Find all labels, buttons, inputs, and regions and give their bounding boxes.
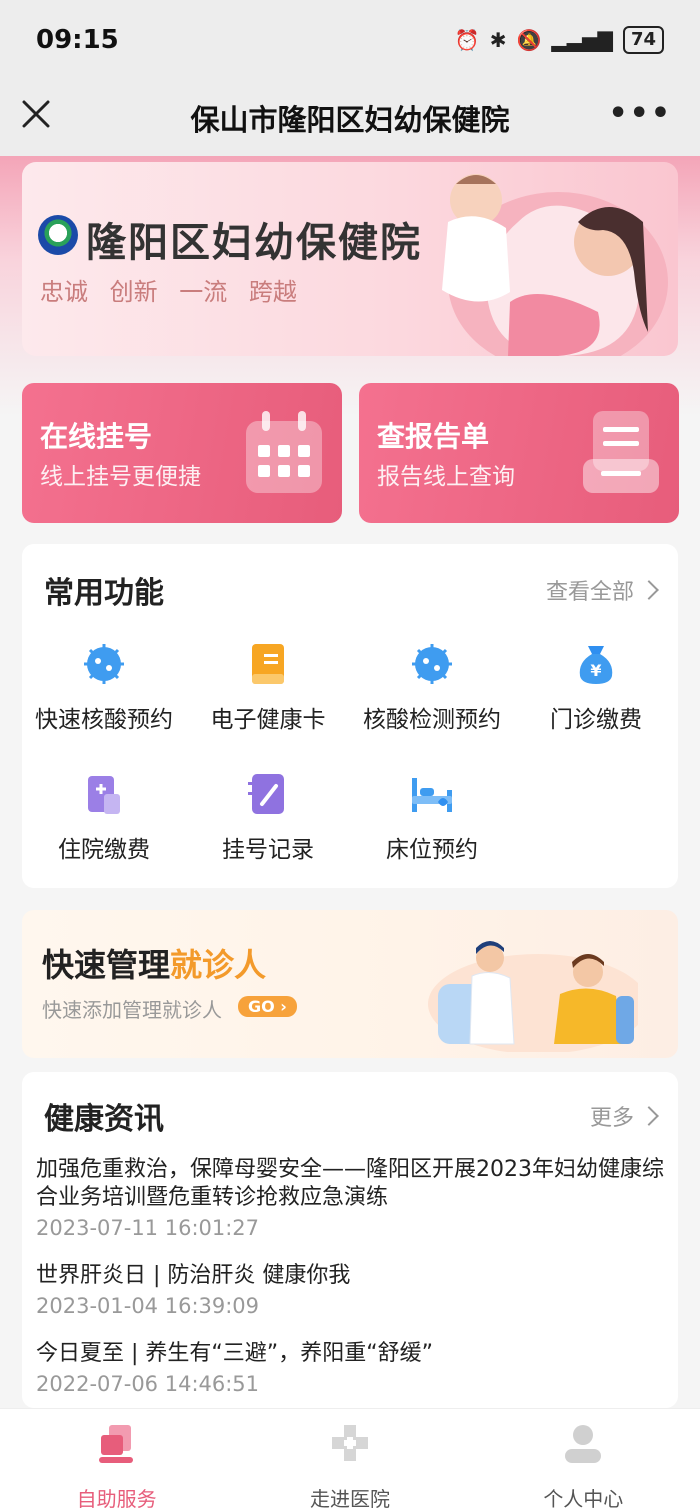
func-health-card[interactable]: 电子健康卡 <box>186 642 350 734</box>
news-item[interactable]: 世界肝炎日 | 防治肝炎 健康你我 2023-01-04 16:39:09 <box>36 1262 672 1318</box>
func-label: 住院缴费 <box>58 837 150 863</box>
online-registration-subtitle: 线上挂号更便捷 <box>40 464 201 490</box>
tab-label: 个人中心 <box>543 1487 624 1511</box>
page-title: 保山市隆阳区妇幼保健院 <box>190 103 510 137</box>
title-main: 快速管理 <box>42 946 171 984</box>
hospital-banner[interactable]: 隆阳区妇幼保健院 忠诚 创新 一流 跨越 <box>22 162 678 356</box>
mute-icon: 🔕 <box>516 28 542 52</box>
news-item[interactable]: 加强危重救治，保障母婴安全——隆阳区开展2023年妇幼健康综合业务培训暨危重转诊… <box>36 1156 672 1240</box>
view-all-link[interactable]: 查看全部 <box>545 574 659 606</box>
func-bed-reservation[interactable]: 床位预约 <box>350 772 514 864</box>
status-time: 09:15 <box>36 25 119 55</box>
status-icons: ⏰ ✱ 🔕 ▂▃▅▇ 74 <box>455 26 664 54</box>
view-all-label: 查看全部 <box>545 580 634 605</box>
hospital-bill-icon <box>88 776 120 814</box>
func-inpatient-payment[interactable]: 住院缴费 <box>22 772 186 864</box>
health-news-title: 健康资讯 <box>44 1102 164 1137</box>
report-printer-icon <box>583 411 659 493</box>
nav-bar: 保山市隆阳区妇幼保健院 ••• <box>0 80 700 156</box>
report-query-card[interactable]: 查报告单 报告线上查询 <box>359 383 679 523</box>
func-label: 门诊缴费 <box>550 707 642 733</box>
more-menu-icon[interactable]: ••• <box>608 99 672 129</box>
news-item-date: 2022-07-06 14:46:51 <box>36 1372 260 1396</box>
news-more-label: 更多 <box>589 1106 634 1131</box>
tab-label: 自助服务 <box>76 1487 157 1511</box>
bluetooth-icon: ✱ <box>489 28 507 52</box>
news-item-title: 世界肝炎日 | 防治肝炎 健康你我 <box>36 1263 351 1288</box>
func-quick-nucleic-appointment[interactable]: 快速核酸预约 <box>22 642 186 734</box>
common-functions-title: 常用功能 <box>44 576 164 611</box>
virus-icon <box>412 644 452 684</box>
online-registration-card[interactable]: 在线挂号 线上挂号更便捷 <box>22 383 342 523</box>
self-service-icon <box>98 1425 133 1463</box>
hospital-logo <box>38 215 78 255</box>
tab-self-service[interactable]: 自助服务 <box>0 1409 233 1512</box>
chevron-right-icon <box>639 1106 659 1126</box>
report-query-subtitle: 报告线上查询 <box>377 464 515 490</box>
news-item-date: 2023-01-04 16:39:09 <box>36 1294 260 1318</box>
news-item-title: 今日夏至 | 养生有“三避”，养阳重“舒缓” <box>36 1341 433 1366</box>
manage-patients-banner[interactable]: 快速管理就诊人 快速添加管理就诊人 GO › <box>22 910 678 1058</box>
common-functions-card: 常用功能 查看全部 快速核酸预约 电子健康卡 核酸检测预约 ¥ 门诊缴费 住院缴… <box>22 544 678 888</box>
svg-text:¥: ¥ <box>590 661 601 680</box>
tab-label: 走进医院 <box>309 1487 390 1511</box>
func-outpatient-payment[interactable]: ¥ 门诊缴费 <box>514 642 678 734</box>
money-bag-icon: ¥ <box>579 646 613 684</box>
alarm-icon: ⏰ <box>454 28 480 52</box>
health-card-icon <box>252 644 284 684</box>
chevron-right-icon <box>639 580 659 600</box>
battery-indicator: 74 <box>622 26 664 54</box>
manage-patients-subtitle: 快速添加管理就诊人 <box>42 998 222 1022</box>
online-registration-title: 在线挂号 <box>40 420 153 453</box>
go-label: GO <box>248 997 275 1016</box>
news-item[interactable]: 今日夏至 | 养生有“三避”，养阳重“舒缓” 2022-07-06 14:46:… <box>36 1340 672 1396</box>
news-item-date: 2023-07-11 16:01:27 <box>36 1216 260 1240</box>
func-registration-records[interactable]: 挂号记录 <box>186 772 350 864</box>
func-label: 快速核酸预约 <box>35 707 173 733</box>
func-label: 电子健康卡 <box>210 707 326 733</box>
mother-baby-illustration <box>442 174 668 356</box>
func-label: 核酸检测预约 <box>363 707 501 733</box>
manage-patients-title: 快速管理就诊人 <box>42 940 266 986</box>
func-label: 床位预约 <box>386 837 478 863</box>
title-highlight: 就诊人 <box>170 946 267 984</box>
tab-personal-center[interactable]: 个人中心 <box>467 1409 700 1512</box>
user-icon <box>565 1425 602 1463</box>
status-bar: 09:15 ⏰ ✱ 🔕 ▂▃▅▇ 74 <box>0 0 700 80</box>
go-button[interactable]: GO › <box>238 996 297 1017</box>
func-label: 挂号记录 <box>222 837 314 863</box>
bottom-tab-bar: 自助服务 走进医院 个人中心 <box>0 1408 700 1512</box>
bed-icon <box>412 778 452 812</box>
banner-title: 隆阳区妇幼保健院 <box>86 220 422 266</box>
report-query-title: 查报告单 <box>377 420 490 453</box>
func-nucleic-test-appointment[interactable]: 核酸检测预约 <box>350 642 514 734</box>
tab-about-hospital[interactable]: 走进医院 <box>233 1409 466 1512</box>
news-item-title: 加强危重救治，保障母婴安全——隆阳区开展2023年妇幼健康综合业务培训暨危重转诊… <box>36 1157 664 1210</box>
signal-icon: ▂▃▅▇ <box>551 28 613 52</box>
virus-icon <box>84 644 124 684</box>
calendar-icon <box>246 411 322 493</box>
news-more-link[interactable]: 更多 <box>589 1100 659 1132</box>
doctor-patient-illustration <box>428 941 638 1052</box>
health-news-card: 健康资讯 更多 加强危重救治，保障母婴安全——隆阳区开展2023年妇幼健康综合业… <box>22 1072 678 1408</box>
banner-slogan: 忠诚 创新 一流 跨越 <box>40 278 297 306</box>
notebook-pen-icon <box>248 774 284 814</box>
hospital-cross-icon <box>331 1425 368 1461</box>
close-icon[interactable] <box>20 98 52 130</box>
